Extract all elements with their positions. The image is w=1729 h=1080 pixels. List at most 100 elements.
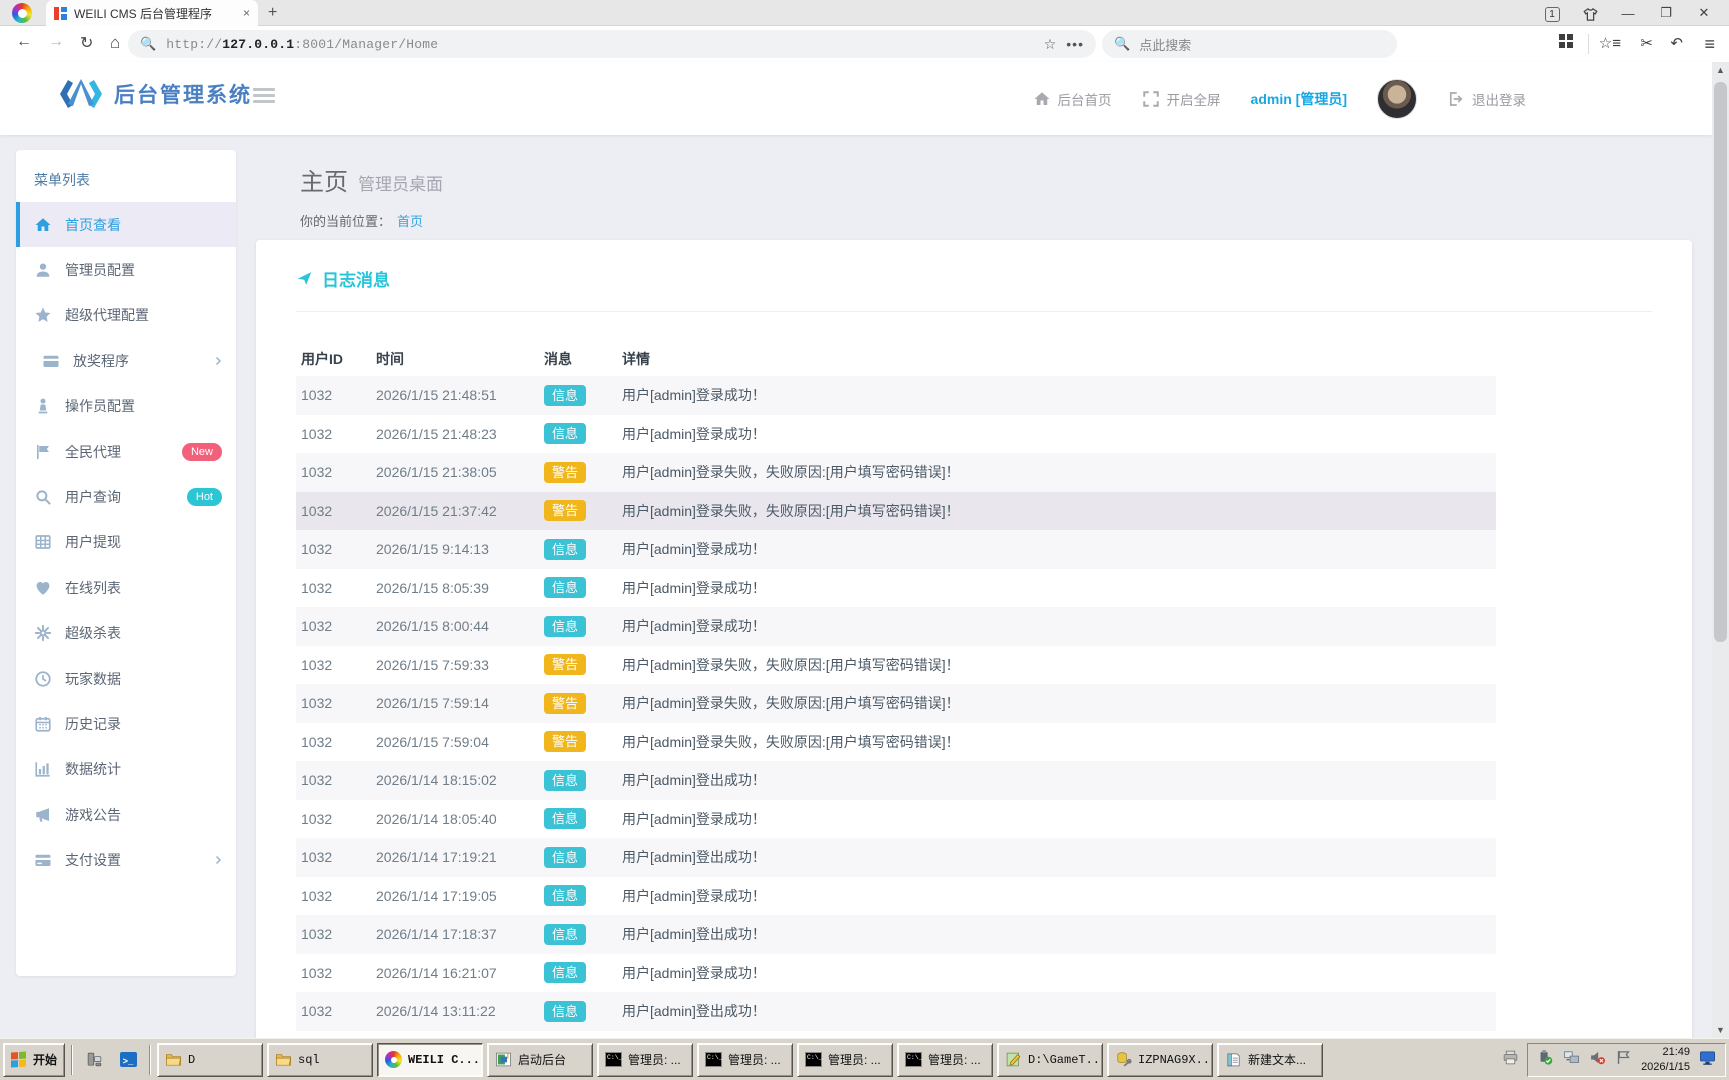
table-row[interactable]: 10322026/1/15 21:37:42警告用户[admin]登录失败，失败… [296,492,1496,531]
bookmark-star-icon[interactable]: ☆ [1044,36,1057,53]
close-icon[interactable]: ✕ [1685,5,1723,21]
table-row[interactable]: 10322026/1/15 7:59:04警告用户[admin]登录失败，失败原… [296,723,1496,762]
sidebar-item-super-agent[interactable]: 超级代理配置 [16,293,236,338]
logout-icon [1447,90,1465,108]
table-row[interactable]: 10322026/1/14 17:19:05信息用户[admin]登录成功！ [296,877,1496,916]
skin-tshirt-icon[interactable] [1571,5,1609,20]
browser-address-bar: ← → ↻ ⌂ 🔍 http://127.0.0.1:8001/Manager/… [0,26,1729,62]
nav-fullscreen[interactable]: 开启全屏 [1142,89,1221,109]
network-icon[interactable] [1563,1049,1580,1071]
taskbar-divider [149,1045,151,1075]
flag-icon[interactable] [1615,1049,1632,1071]
task-button-cmd-1[interactable]: C:\_ 管理员: ... [597,1043,693,1077]
browser-tab[interactable]: WEILI CMS 后台管理程序 × [46,0,258,26]
tab-count-button[interactable]: 1 [1533,5,1571,22]
restore-icon[interactable]: ❐ [1647,5,1685,21]
table-row[interactable]: 10322026/1/14 16:21:07信息用户[admin]登录成功！ [296,954,1496,993]
desktop-icon[interactable] [1699,1049,1716,1071]
sidebar-item-home[interactable]: 首页查看 [16,202,236,247]
nav-backend-home[interactable]: 后台首页 [1033,89,1112,109]
sidebar-item-statistics[interactable]: 数据统计 [16,747,236,792]
panel-title: 日志消息 [322,266,390,291]
bar-chart-icon [34,760,52,778]
task-button-start-backend[interactable]: 启动后台 [487,1043,593,1077]
sidebar-item-operator-config[interactable]: 操作员配置 [16,384,236,429]
sidebar-item-public-agent[interactable]: 全民代理 New [16,429,236,474]
table-row[interactable]: 10322026/1/14 18:15:02信息用户[admin]登出成功！ [296,761,1496,800]
search-input[interactable]: 🔍 点此搜索 [1102,30,1397,58]
scrollbar[interactable]: ▲ ▼ [1712,62,1729,1038]
apps-grid-icon[interactable] [1559,34,1573,52]
sidebar-item-super-kill[interactable]: 超级杀表 [16,611,236,656]
table-row[interactable]: 10322026/1/15 21:48:23信息用户[admin]登录成功！ [296,415,1496,454]
scroll-down-icon[interactable]: ▼ [1712,1022,1729,1038]
app-window-icon [495,1051,512,1068]
more-actions-icon[interactable]: ••• [1066,36,1084,52]
app-logo[interactable]: 后台管理系统 [58,78,252,110]
favorites-star-icon[interactable]: ☆≡ [1599,34,1621,52]
sidebar-item-payment-settings[interactable]: 支付设置 [16,837,236,882]
search-icon: 🔍 [140,36,156,52]
minimize-icon[interactable]: — [1609,6,1647,21]
screenshot-scissors-icon[interactable]: ✂ [1640,34,1653,52]
table-row[interactable]: 10322026/1/15 9:14:13信息用户[admin]登录成功！ [296,530,1496,569]
sidebar-item-player-data[interactable]: 玩家数据 [16,656,236,701]
menu-collapse-icon[interactable] [253,88,275,106]
table-row[interactable]: 10322026/1/15 7:59:14警告用户[admin]登录失败，失败原… [296,684,1496,723]
usb-eject-icon[interactable] [1537,1049,1554,1071]
start-button[interactable]: 开始 [3,1043,65,1077]
sidebar-item-admin-config[interactable]: 管理员配置 [16,247,236,292]
task-button-gametool[interactable]: D:\GameT... [997,1043,1103,1077]
tab-close-icon[interactable]: × [243,6,250,20]
back-icon[interactable]: ← [16,33,32,51]
sidebar-item-user-query[interactable]: 用户查询 Hot [16,474,236,519]
task-button-cmd-3[interactable]: C:\_ 管理员: ... [797,1043,893,1077]
sidebar-item-history[interactable]: 历史记录 [16,701,236,746]
table-row[interactable]: 10322026/1/15 21:38:05警告用户[admin]登录失败，失败… [296,453,1496,492]
menu-icon[interactable]: ≡ [1704,34,1715,55]
sidebar-item-prize-program[interactable]: 放奖程序 [16,338,236,383]
home-icon[interactable]: ⌂ [110,33,120,53]
scrollbar-thumb[interactable] [1714,82,1727,642]
sidebar-item-online-list[interactable]: 在线列表 [16,565,236,610]
breadcrumb-home-link[interactable]: 首页 [397,214,423,229]
table-row[interactable]: 10322026/1/14 17:19:21信息用户[admin]登出成功！ [296,838,1496,877]
sidebar-title: 菜单列表 [16,150,236,202]
devices-icon[interactable] [79,1044,109,1076]
sidebar-item-withdrawal[interactable]: 用户提现 [16,520,236,565]
taskbar-clock[interactable]: 21:49 2026/1/15 [1641,1045,1690,1075]
sidebar-item-announcement[interactable]: 游戏公告 [16,792,236,837]
forward-icon[interactable]: → [48,33,64,51]
task-button-cmd-4[interactable]: C:\_ 管理员: ... [897,1043,993,1077]
volume-muted-icon[interactable] [1589,1049,1606,1071]
nav-logout[interactable]: 退出登录 [1447,89,1526,109]
table-row[interactable]: 10322026/1/14 13:11:22信息用户[admin]登出成功！ [296,992,1496,1031]
table-row[interactable]: 10322026/1/14 18:05:40信息用户[admin]登录成功！ [296,800,1496,839]
task-button-browser[interactable]: WEILI C... [377,1043,483,1077]
table-row[interactable]: 10322026/1/15 8:05:39信息用户[admin]登录成功！ [296,569,1496,608]
table-row[interactable]: 10322026/1/14 17:18:37信息用户[admin]登出成功！ [296,915,1496,954]
user-avatar[interactable] [1377,79,1417,119]
url-input[interactable]: 🔍 http://127.0.0.1:8001/Manager/Home ☆ •… [128,30,1096,58]
task-button-notepad[interactable]: 新建文本... [1217,1043,1323,1077]
undo-icon[interactable]: ↶ [1670,34,1683,52]
search-icon [34,488,52,506]
scroll-up-icon[interactable]: ▲ [1712,62,1729,78]
table-row[interactable]: 10322026/1/15 7:59:33警告用户[admin]登录失败，失败原… [296,646,1496,685]
current-user[interactable]: admin [管理员] [1251,89,1347,109]
new-tab-button[interactable]: + [268,4,277,22]
task-button-folder-sql[interactable]: sql [267,1043,373,1077]
status-badge: 信息 [544,808,586,829]
reload-icon[interactable]: ↻ [80,33,93,53]
printer-icon[interactable] [1502,1049,1519,1071]
task-button-cmd-2[interactable]: C:\_ 管理员: ... [697,1043,793,1077]
card-icon [34,851,52,869]
table-row[interactable]: 10322026/1/15 21:48:51信息用户[admin]登录成功！ [296,376,1496,415]
windows-logo-icon [11,1051,27,1068]
browser-logo-icon[interactable] [12,3,32,23]
task-button-folder-d[interactable]: D [157,1043,263,1077]
app-logo-icon [58,78,104,110]
powershell-icon[interactable]: >_ [113,1044,143,1076]
table-row[interactable]: 10322026/1/15 8:00:44信息用户[admin]登录成功！ [296,607,1496,646]
task-button-izpnag[interactable]: IZPNAG9X... [1107,1043,1213,1077]
